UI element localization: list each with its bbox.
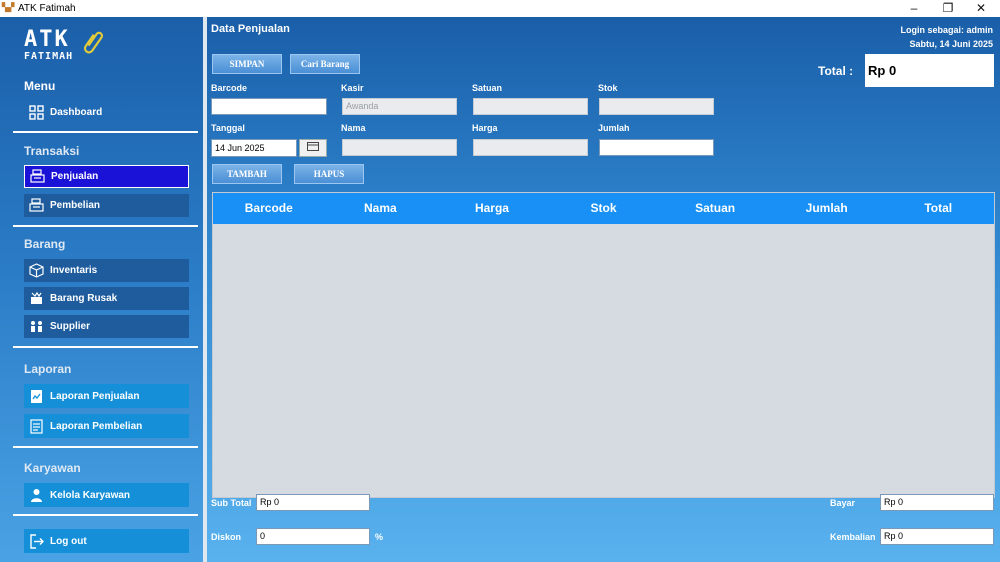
column-header[interactable]: Nama [325, 193, 437, 224]
logout-label: Log out [50, 535, 87, 547]
diskon-input[interactable]: 0 [256, 528, 370, 545]
sidebar: ATK FATIMAH Menu Dashboard Transaksi Pen… [0, 17, 203, 562]
section-transaksi-title: Transaksi [24, 144, 80, 158]
supplier-icon [28, 319, 44, 335]
app-logo: ATK FATIMAH [24, 27, 104, 62]
column-header[interactable]: Jumlah [771, 193, 883, 224]
page-title: Data Penjualan [211, 23, 290, 35]
diskon-unit: % [375, 532, 384, 542]
calendar-icon [307, 142, 319, 154]
sidebar-divider [13, 514, 198, 516]
sidebar-item-label: Supplier [50, 321, 91, 332]
harga-field [473, 139, 588, 156]
column-header[interactable]: Barcode [213, 193, 325, 224]
grid-icon [28, 105, 44, 121]
jumlah-label: Jumlah [598, 123, 630, 133]
report-chart-icon [28, 388, 44, 404]
nama-field [342, 139, 457, 156]
table-header: Barcode Nama Harga Stok Satuan Jumlah Total [213, 193, 994, 224]
sidebar-divider [13, 225, 198, 227]
logout-icon [28, 533, 44, 549]
harga-label: Harga [472, 123, 498, 133]
sidebar-item-label: Barang Rusak [50, 293, 118, 304]
bayar-input[interactable]: Rp 0 [880, 494, 994, 511]
subtotal-field: Rp 0 [256, 494, 370, 511]
logout-button[interactable]: Log out [24, 529, 189, 553]
kasir-label: Kasir [341, 83, 364, 93]
login-info: Login sebagai: admin Sabtu, 14 Juni 2025 [900, 23, 993, 51]
bayar-label: Bayar [830, 498, 856, 508]
kasir-field: Awanda [342, 98, 457, 115]
barcode-input[interactable] [211, 98, 327, 115]
user-icon [28, 487, 44, 503]
sidebar-item-label: Pembelian [50, 200, 101, 211]
column-header[interactable]: Total [882, 193, 994, 224]
sidebar-divider [13, 131, 198, 133]
window-titlebar: ▚▞ ATK Fatimah – ❐ ✕ [0, 0, 1000, 17]
sidebar-item-supplier[interactable]: Supplier [24, 315, 189, 338]
sidebar-item-label: Laporan Penjualan [50, 390, 140, 402]
satuan-label: Satuan [472, 83, 503, 93]
sidebar-divider [13, 446, 198, 448]
simpan-button[interactable]: SIMPAN [212, 54, 282, 74]
sidebar-item-label: Dashboard [50, 107, 103, 118]
stok-field [599, 98, 714, 115]
sidebar-item-penjualan[interactable]: Penjualan [24, 165, 189, 188]
sidebar-item-label: Penjualan [51, 171, 99, 182]
box-icon [28, 263, 44, 279]
total-display: Rp 0 [865, 54, 994, 87]
document-icon [28, 418, 44, 434]
broken-box-icon [28, 291, 44, 307]
barcode-label: Barcode [211, 83, 248, 93]
kembalian-field: Rp 0 [880, 528, 994, 545]
tambah-button[interactable]: TAMBAH [212, 164, 282, 184]
sidebar-item-inventaris[interactable]: Inventaris [24, 259, 189, 282]
close-button[interactable]: ✕ [964, 0, 998, 17]
subtotal-label: Sub Total [211, 498, 252, 508]
logo-line2: FATIMAH [24, 51, 74, 62]
section-laporan-title: Laporan [24, 362, 72, 376]
section-barang-title: Barang [24, 237, 66, 251]
calendar-button[interactable] [299, 139, 327, 157]
column-header[interactable]: Harga [436, 193, 548, 224]
hapus-button[interactable]: HAPUS [294, 164, 364, 184]
current-date: Sabtu, 14 Juni 2025 [909, 39, 993, 49]
sidebar-item-pembelian[interactable]: Pembelian [24, 194, 189, 217]
window-title: ATK Fatimah [18, 3, 76, 14]
app-icon: ▚▞ [2, 3, 15, 12]
cari-barang-button[interactable]: Cari Barang [290, 54, 360, 74]
minimize-button[interactable]: – [897, 0, 931, 17]
sidebar-item-label: Inventaris [50, 265, 98, 276]
stok-label: Stok [598, 83, 618, 93]
paperclip-icon [73, 25, 109, 66]
sidebar-item-label: Kelola Karyawan [50, 489, 131, 501]
sidebar-item-laporan-penjualan[interactable]: Laporan Penjualan [24, 384, 189, 408]
sidebar-item-barang-rusak[interactable]: Barang Rusak [24, 287, 189, 310]
sidebar-item-kelola-karyawan[interactable]: Kelola Karyawan [24, 483, 189, 507]
sidebar-divider [13, 346, 198, 348]
section-menu-title: Menu [24, 79, 56, 93]
tanggal-label: Tanggal [211, 123, 245, 133]
column-header[interactable]: Stok [548, 193, 660, 224]
diskon-label: Diskon [211, 532, 242, 542]
cash-register-icon [28, 198, 44, 214]
section-karyawan-title: Karyawan [24, 461, 81, 475]
nama-label: Nama [341, 123, 366, 133]
logo-line1: ATK [24, 27, 70, 52]
tanggal-date-field[interactable]: 14 Jun 2025 [211, 139, 297, 157]
column-header[interactable]: Satuan [659, 193, 771, 224]
maximize-button[interactable]: ❐ [931, 0, 965, 17]
sales-table[interactable]: Barcode Nama Harga Stok Satuan Jumlah Total [212, 192, 995, 498]
main-panel: Data Penjualan Login sebagai: admin Sabt… [207, 17, 1000, 562]
satuan-field [473, 98, 588, 115]
login-user: Login sebagai: admin [900, 25, 993, 35]
total-label: Total : [818, 64, 854, 78]
sidebar-item-laporan-pembelian[interactable]: Laporan Pembelian [24, 414, 189, 438]
kembalian-label: Kembalian [830, 532, 876, 542]
cash-register-icon [29, 169, 45, 185]
sidebar-item-dashboard[interactable]: Dashboard [24, 101, 189, 124]
sidebar-item-label: Laporan Pembelian [50, 420, 143, 432]
jumlah-input[interactable] [599, 139, 714, 156]
